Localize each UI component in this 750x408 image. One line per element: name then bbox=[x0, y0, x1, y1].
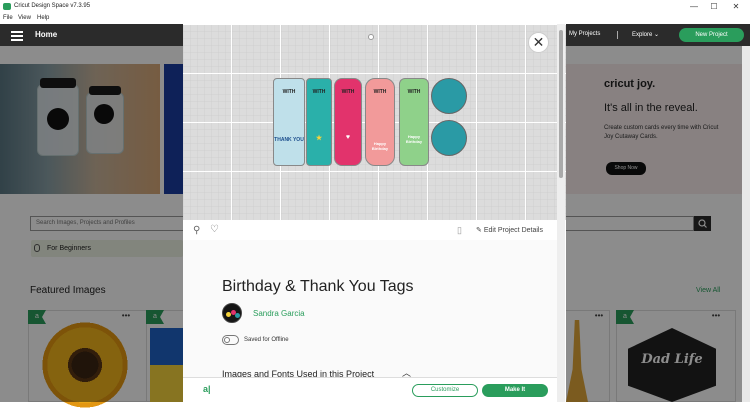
cricut-app-icon bbox=[3, 3, 11, 10]
tag-text-top: WITH bbox=[341, 89, 355, 95]
tag-text-top: WITH bbox=[407, 89, 421, 95]
tag-text-top: WITH bbox=[373, 89, 387, 95]
tag-preview-6-top bbox=[431, 78, 467, 114]
tag-text-top: WITH bbox=[312, 89, 326, 95]
my-projects-link[interactable]: My Projects bbox=[569, 31, 600, 37]
project-info: Birthday & Thank You Tags Sandra Garcia … bbox=[183, 240, 558, 379]
tag-preview-5: WITH Happy Birthday bbox=[399, 78, 429, 166]
close-window-button[interactable]: ✕ bbox=[726, 0, 746, 14]
chevron-down-icon: ⌄ bbox=[654, 32, 660, 38]
tag-text-top: WITH bbox=[282, 89, 296, 95]
tag-preview-2: WITH ★ bbox=[306, 78, 332, 166]
tag-text-bottom: Happy Birthday bbox=[405, 134, 423, 144]
tag-text-bottom: ★ bbox=[315, 135, 323, 142]
canvas-handle bbox=[368, 34, 374, 40]
edit-details-label: Edit Project Details bbox=[483, 227, 543, 234]
project-detail-modal: ✕ WITH THANK YOU WITH ★ WITH ♥ WITH Happ… bbox=[183, 24, 566, 402]
bookmark-icon[interactable]: ▯ bbox=[457, 225, 462, 236]
tag-preview-6-bottom bbox=[431, 120, 467, 156]
project-action-row: ⚲ ♡ ▯ ✎ Edit Project Details bbox=[183, 222, 558, 240]
menu-bar: File View Help bbox=[0, 14, 750, 24]
pencil-icon: ✎ bbox=[476, 227, 482, 234]
modal-scroll-thumb[interactable] bbox=[559, 30, 563, 178]
new-project-button[interactable]: New Project bbox=[679, 28, 744, 42]
pin-icon[interactable]: ⚲ bbox=[193, 225, 200, 236]
explore-dropdown[interactable]: Explore ⌄ bbox=[632, 31, 659, 38]
author-link[interactable]: Sandra Garcia bbox=[253, 309, 305, 318]
menu-file[interactable]: File bbox=[3, 15, 13, 21]
page-scrollbar[interactable] bbox=[742, 46, 750, 402]
modal-footer: a| Customize Make It bbox=[183, 377, 558, 402]
customize-button[interactable]: Customize bbox=[412, 384, 478, 397]
maximize-button[interactable]: ☐ bbox=[704, 0, 724, 14]
window-title: Cricut Design Space v7.3.95 bbox=[14, 3, 91, 9]
avatar[interactable] bbox=[222, 303, 242, 323]
menu-view[interactable]: View bbox=[18, 15, 31, 21]
tag-preview-1: WITH THANK YOU bbox=[273, 78, 305, 166]
tag-text-bottom: ♥ bbox=[345, 134, 351, 141]
minimize-button[interactable]: — bbox=[684, 0, 704, 14]
saved-offline-label: Saved for Offline bbox=[244, 337, 289, 343]
cricut-access-icon: a| bbox=[203, 384, 211, 394]
tag-preview-4: WITH Happy Birthday bbox=[365, 78, 395, 166]
project-preview-canvas: ✕ WITH THANK YOU WITH ★ WITH ♥ WITH Happ… bbox=[183, 24, 566, 221]
close-icon[interactable]: ✕ bbox=[528, 32, 549, 53]
edit-project-details-link[interactable]: ✎ Edit Project Details bbox=[476, 226, 543, 234]
offline-toggle[interactable] bbox=[222, 335, 239, 345]
hamburger-menu-icon[interactable] bbox=[11, 31, 23, 41]
make-it-button[interactable]: Make It bbox=[482, 384, 548, 397]
nav-home-title: Home bbox=[35, 30, 58, 39]
tag-preview-3: WITH ♥ bbox=[334, 78, 362, 166]
title-bar: Cricut Design Space v7.3.95 — ☐ ✕ bbox=[0, 0, 750, 14]
heart-icon[interactable]: ♡ bbox=[210, 224, 219, 235]
tag-text-bottom: Happy Birthday bbox=[371, 141, 389, 151]
explore-label: Explore bbox=[632, 32, 653, 38]
nav-divider bbox=[617, 31, 618, 39]
menu-help[interactable]: Help bbox=[37, 15, 49, 21]
project-title: Birthday & Thank You Tags bbox=[222, 278, 414, 295]
tag-text-bottom: THANK YOU bbox=[274, 137, 304, 143]
